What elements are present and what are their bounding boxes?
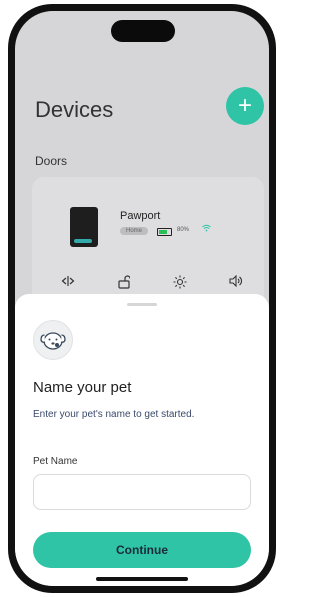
home-indicator xyxy=(96,577,188,581)
location-badge: Home xyxy=(120,227,149,235)
pet-door-image xyxy=(70,207,98,247)
continue-button[interactable]: Continue xyxy=(33,532,251,568)
battery-percent: 80% xyxy=(177,227,190,233)
pet-name-input[interactable] xyxy=(33,474,251,510)
phone-frame: Devices + Doors Pawport Home 80% Name yo… xyxy=(8,4,276,593)
dog-icon xyxy=(33,320,73,360)
unlock-icon[interactable] xyxy=(114,275,134,292)
device-name: Pawport xyxy=(120,210,161,222)
wifi-icon xyxy=(202,224,211,234)
app-screen: Devices + Doors Pawport Home 80% Name yo… xyxy=(15,11,269,586)
page-title: Devices xyxy=(35,97,114,122)
door-mode-icon[interactable] xyxy=(58,275,78,290)
sheet-subtitle: Enter your pet's name to get started. xyxy=(33,409,195,420)
sheet-title: Name your pet xyxy=(33,379,132,396)
sheet-grabber[interactable] xyxy=(127,303,157,306)
dynamic-island xyxy=(111,20,175,42)
add-device-button[interactable]: + xyxy=(226,87,264,125)
pet-name-label: Pet Name xyxy=(33,456,78,467)
bottom-sheet: Name your pet Enter your pet's name to g… xyxy=(15,294,269,586)
sound-icon[interactable] xyxy=(226,274,246,290)
light-icon[interactable] xyxy=(170,275,190,292)
section-label-doors: Doors xyxy=(35,154,68,168)
battery-icon xyxy=(157,228,172,236)
